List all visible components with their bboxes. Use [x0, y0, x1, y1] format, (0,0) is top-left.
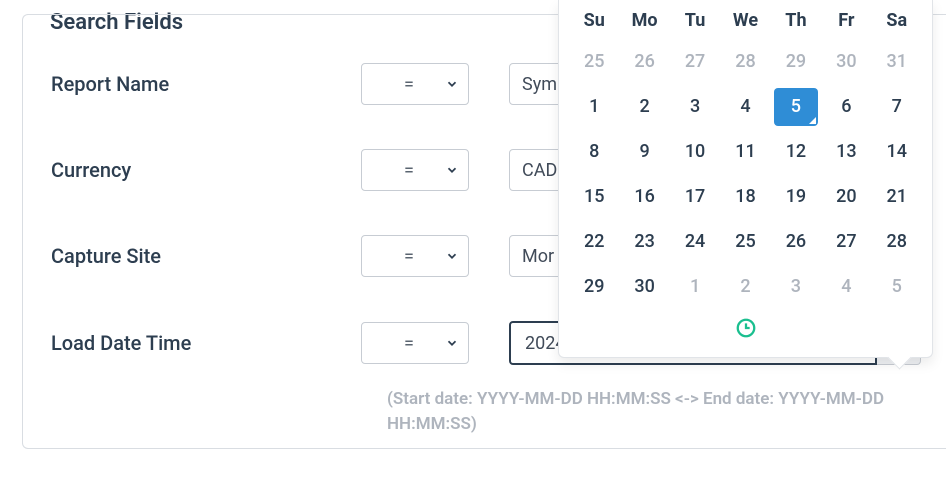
- weekday-header: Fr: [821, 6, 871, 39]
- day-cell[interactable]: 17: [670, 174, 720, 219]
- day-cell[interactable]: 30: [821, 39, 871, 84]
- day-cell[interactable]: 22: [569, 219, 619, 264]
- day-cell[interactable]: 1: [569, 84, 619, 129]
- day-cell[interactable]: 25: [720, 219, 770, 264]
- day-cell[interactable]: 28: [720, 39, 770, 84]
- day-cell[interactable]: 14: [872, 129, 922, 174]
- weekday-header: Su: [569, 6, 619, 39]
- label-capture-site: Capture Site: [51, 244, 361, 268]
- day-cell[interactable]: 31: [872, 39, 922, 84]
- day-cell[interactable]: 3: [771, 264, 821, 309]
- day-cell[interactable]: 26: [771, 219, 821, 264]
- day-cell[interactable]: 2: [720, 264, 770, 309]
- weekday-header: Th: [771, 6, 821, 39]
- day-cell[interactable]: 21: [872, 174, 922, 219]
- day-cell[interactable]: 19: [771, 174, 821, 219]
- day-cell[interactable]: 7: [872, 84, 922, 129]
- day-cell[interactable]: 27: [821, 219, 871, 264]
- weekday-header: We: [720, 6, 770, 39]
- datepicker-grid: SuMoTuWeThFrSa25262728293031123456789101…: [569, 6, 922, 309]
- chevron-down-icon: [436, 336, 468, 350]
- day-cell[interactable]: 11: [720, 129, 770, 174]
- day-cell[interactable]: 12: [771, 129, 821, 174]
- day-cell[interactable]: 15: [569, 174, 619, 219]
- day-cell[interactable]: 16: [619, 174, 669, 219]
- operator-select-load-date-time[interactable]: =: [361, 322, 469, 364]
- day-cell[interactable]: 27: [670, 39, 720, 84]
- label-load-date-time: Load Date Time: [51, 331, 361, 355]
- day-cell[interactable]: 23: [619, 219, 669, 264]
- day-cell[interactable]: 5: [872, 264, 922, 309]
- day-cell[interactable]: 5: [771, 84, 821, 129]
- weekday-header: Sa: [872, 6, 922, 39]
- day-cell[interactable]: 29: [771, 39, 821, 84]
- day-cell[interactable]: 25: [569, 39, 619, 84]
- operator-value: =: [362, 333, 436, 354]
- weekday-header: Tu: [670, 6, 720, 39]
- day-cell[interactable]: 3: [670, 84, 720, 129]
- day-cell[interactable]: 28: [872, 219, 922, 264]
- operator-select-report-name[interactable]: =: [361, 63, 469, 105]
- day-cell[interactable]: 20: [821, 174, 871, 219]
- operator-select-capture-site[interactable]: =: [361, 235, 469, 277]
- day-cell[interactable]: 8: [569, 129, 619, 174]
- day-cell[interactable]: 18: [720, 174, 770, 219]
- day-cell[interactable]: 13: [821, 129, 871, 174]
- day-cell[interactable]: 4: [821, 264, 871, 309]
- clock-icon[interactable]: [735, 317, 757, 339]
- day-cell[interactable]: 24: [670, 219, 720, 264]
- weekday-header: Mo: [619, 6, 669, 39]
- chevron-down-icon: [436, 249, 468, 263]
- value-text: Mor: [522, 246, 554, 267]
- operator-value: =: [362, 160, 436, 181]
- day-cell[interactable]: 2: [619, 84, 669, 129]
- day-cell[interactable]: 6: [821, 84, 871, 129]
- value-text: Sym: [522, 74, 557, 95]
- chevron-down-icon: [436, 77, 468, 91]
- day-cell[interactable]: 10: [670, 129, 720, 174]
- day-cell[interactable]: 26: [619, 39, 669, 84]
- datepicker-popover: SuMoTuWeThFrSa25262728293031123456789101…: [558, 0, 933, 358]
- day-cell[interactable]: 30: [619, 264, 669, 309]
- day-cell[interactable]: 9: [619, 129, 669, 174]
- operator-value: =: [362, 246, 436, 267]
- operator-value: =: [362, 74, 436, 95]
- label-currency: Currency: [51, 158, 361, 182]
- datepicker-footer: [569, 309, 922, 347]
- day-cell[interactable]: 29: [569, 264, 619, 309]
- value-text: CAD: [522, 160, 557, 181]
- day-cell[interactable]: 4: [720, 84, 770, 129]
- day-cell[interactable]: 1: [670, 264, 720, 309]
- chevron-down-icon: [436, 163, 468, 177]
- label-report-name: Report Name: [51, 72, 361, 96]
- helper-text: (Start date: YYYY-MM-DD HH:MM:SS <-> End…: [23, 387, 946, 448]
- operator-select-currency[interactable]: =: [361, 149, 469, 191]
